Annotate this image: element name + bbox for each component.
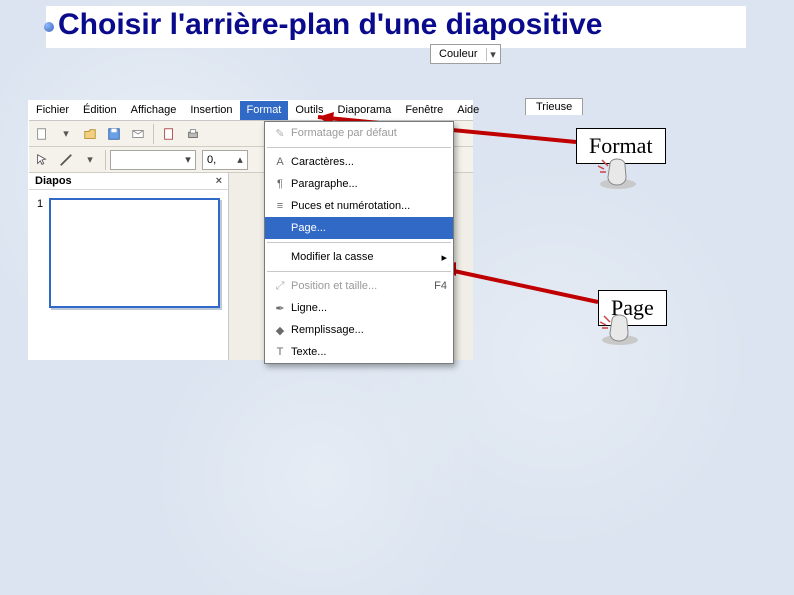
slide-thumbnail[interactable] xyxy=(49,198,220,308)
chevron-down-icon[interactable]: ▾ xyxy=(55,123,77,145)
mouse-click-icon xyxy=(590,314,640,346)
title-bullet-icon xyxy=(44,22,54,32)
tab-trieuse[interactable]: Trieuse xyxy=(525,98,583,115)
spinner-icon[interactable]: ▴ xyxy=(233,153,247,166)
slide-number: 1 xyxy=(37,198,49,308)
menu-separator xyxy=(267,242,451,243)
chevron-down-icon[interactable]: ▾ xyxy=(181,153,195,166)
menu-aide[interactable]: Aide xyxy=(450,101,486,120)
menu-insertion[interactable]: Insertion xyxy=(183,101,239,120)
line-width-input[interactable] xyxy=(203,151,233,169)
menu-item-default-formatting: ✎ Formatage par défaut xyxy=(265,122,453,144)
slide-title-block: Choisir l'arrière-plan d'une diapositive xyxy=(46,6,746,48)
paragraph-icon: ¶ xyxy=(269,178,291,190)
view-tabs: Trieuse xyxy=(525,98,582,115)
chevron-down-icon[interactable]: ▾ xyxy=(486,48,500,61)
close-icon[interactable]: × xyxy=(216,175,222,187)
menu-format[interactable]: Format xyxy=(240,101,289,120)
mail-icon[interactable] xyxy=(127,123,149,145)
menu-item-paragraphe[interactable]: ¶ Paragraphe... xyxy=(265,173,453,195)
menu-item-puces[interactable]: ≡ Puces et numérotation... xyxy=(265,195,453,217)
menu-separator xyxy=(267,271,451,272)
slides-panel: Diapos × 1 xyxy=(29,173,229,360)
separator xyxy=(105,150,106,170)
menu-diaporama[interactable]: Diaporama xyxy=(331,101,399,120)
app-window: Fichier Édition Affichage Insertion Form… xyxy=(28,100,473,360)
slide-title: Choisir l'arrière-plan d'une diapositive xyxy=(58,8,734,42)
pen-icon: ✒ xyxy=(269,302,291,315)
menu-item-caracteres[interactable]: A Caractères... xyxy=(265,151,453,173)
pointer-icon[interactable] xyxy=(31,149,53,171)
format-menu-popup: ✎ Formatage par défaut A Caractères... ¶… xyxy=(264,121,454,364)
color-combo[interactable]: Couleur ▾ xyxy=(430,44,501,64)
separator xyxy=(153,124,154,144)
menu-affichage[interactable]: Affichage xyxy=(124,101,184,120)
menu-fichier[interactable]: Fichier xyxy=(29,101,76,120)
menu-edition[interactable]: Édition xyxy=(76,101,124,120)
line-style-icon[interactable] xyxy=(55,149,77,171)
menu-item-page[interactable]: Page... xyxy=(265,217,453,239)
position-icon: ⤢ xyxy=(269,280,291,293)
menu-separator xyxy=(267,147,451,148)
open-icon[interactable] xyxy=(79,123,101,145)
mouse-click-icon xyxy=(588,158,638,190)
slides-panel-title: Diapos xyxy=(35,175,72,187)
menu-item-remplissage[interactable]: ◆ Remplissage... xyxy=(265,319,453,341)
menu-item-ligne[interactable]: ✒ Ligne... xyxy=(265,297,453,319)
save-icon[interactable] xyxy=(103,123,125,145)
slides-panel-header: Diapos × xyxy=(29,173,228,190)
bullets-icon: ≡ xyxy=(269,200,291,212)
print-icon[interactable] xyxy=(182,123,204,145)
brush-icon: ✎ xyxy=(269,127,291,140)
bucket-icon: ◆ xyxy=(269,324,291,337)
arrow-style-icon[interactable]: ▾ xyxy=(79,149,101,171)
chevron-right-icon: ▸ xyxy=(441,251,447,264)
line-style-combo[interactable]: ▾ xyxy=(110,150,196,170)
menu-item-casse[interactable]: Modifier la casse ▸ xyxy=(265,246,453,268)
line-style-input[interactable] xyxy=(111,151,181,169)
menu-outils[interactable]: Outils xyxy=(288,101,330,120)
export-pdf-icon[interactable] xyxy=(158,123,180,145)
line-width-combo[interactable]: ▴ xyxy=(202,150,248,170)
text-icon: T xyxy=(269,346,291,358)
menu-fenetre[interactable]: Fenêtre xyxy=(398,101,450,120)
menu-item-position: ⤢ Position et taille... F4 xyxy=(265,275,453,297)
new-doc-icon[interactable] xyxy=(31,123,53,145)
slide-thumb-wrap: 1 xyxy=(29,190,228,316)
color-combo-label: Couleur xyxy=(431,48,486,60)
menu-item-texte[interactable]: T Texte... xyxy=(265,341,453,363)
character-icon: A xyxy=(269,156,291,168)
menubar: Fichier Édition Affichage Insertion Form… xyxy=(29,101,473,121)
